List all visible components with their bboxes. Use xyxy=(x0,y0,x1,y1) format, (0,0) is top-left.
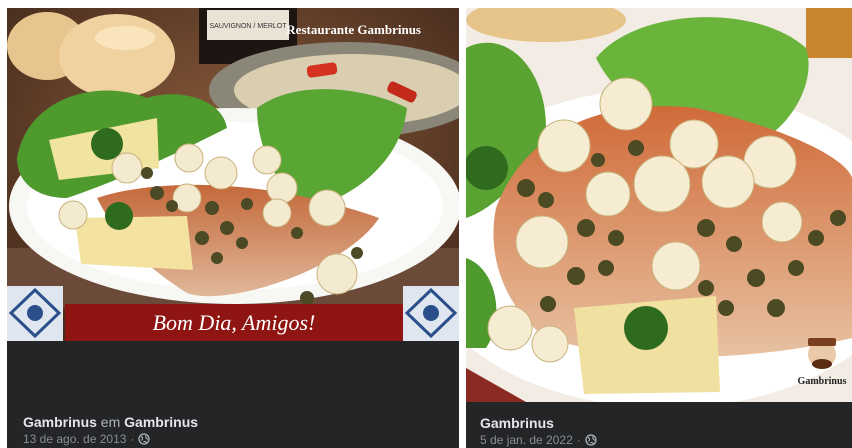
post-caption: Gambrinus em Gambrinus 13 de ago. de 201… xyxy=(23,413,447,447)
wine-label: SAUVIGNON / MERLOT xyxy=(209,23,287,30)
meta-separator: · xyxy=(130,432,135,446)
meta-separator: · xyxy=(576,433,581,447)
restaurant-sign: Restaurante Gambrinus xyxy=(286,22,421,37)
post-photo-illustration: Gambrinus xyxy=(466,8,852,402)
post-photo[interactable]: Restaurante Gambrinus SAUVIGNON / MERLOT… xyxy=(7,8,459,341)
author-line: Gambrinus em Gambrinus xyxy=(23,413,447,431)
author-name[interactable]: Gambrinus xyxy=(23,414,97,430)
post-meta: 5 de jan. de 2022 · xyxy=(480,432,840,448)
post-caption: Gambrinus 5 de jan. de 2022 · xyxy=(480,414,840,448)
logo-text: Gambrinus xyxy=(798,376,847,387)
author-name[interactable]: Gambrinus xyxy=(480,415,554,431)
post-card[interactable]: Gambrinus Gambrinus 5 de jan. de 2022 · xyxy=(466,8,852,448)
globe-icon xyxy=(585,434,597,446)
globe-icon xyxy=(138,433,151,445)
post-card[interactable]: Restaurante Gambrinus SAUVIGNON / MERLOT… xyxy=(7,8,459,448)
author-line: Gambrinus xyxy=(480,414,840,432)
post-date[interactable]: 13 de ago. de 2013 xyxy=(23,431,126,447)
post-photo[interactable]: Gambrinus xyxy=(466,8,852,402)
banner-text: Bom Dia, Amigos! xyxy=(153,310,316,335)
author-joiner: em xyxy=(100,414,121,430)
post-date[interactable]: 5 de jan. de 2022 xyxy=(480,432,573,448)
tile-left xyxy=(7,286,63,341)
post-meta: 13 de ago. de 2013 · xyxy=(23,431,447,447)
location-name[interactable]: Gambrinus xyxy=(124,414,198,430)
tile-right xyxy=(403,286,459,341)
post-photo-illustration: Restaurante Gambrinus SAUVIGNON / MERLOT… xyxy=(7,8,459,341)
